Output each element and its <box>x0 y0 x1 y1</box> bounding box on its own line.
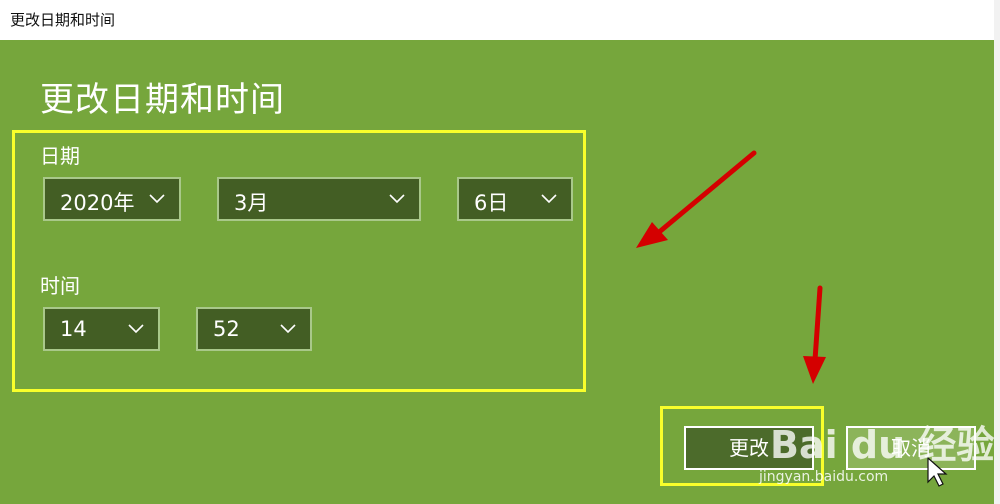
arrow-to-change-button <box>803 285 826 384</box>
watermark-logo: Bai du 经验 <box>770 423 995 467</box>
watermark-url: jingyan.baidu.com <box>759 469 889 485</box>
arrow-to-date-panel <box>636 150 757 248</box>
